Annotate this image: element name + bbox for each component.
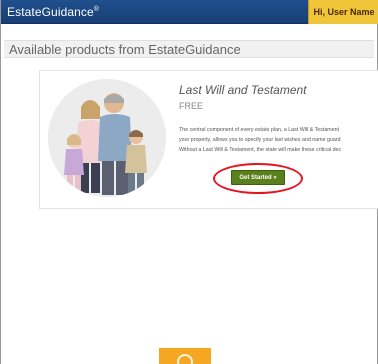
top-nav-bar: EstateGuidance® Hi, User Name bbox=[1, 0, 378, 24]
product-card: Last Will and Testament FREE The central… bbox=[39, 70, 378, 209]
brand-logo[interactable]: EstateGuidance® bbox=[7, 5, 99, 19]
brand-name: EstateGuidance bbox=[7, 5, 94, 19]
family-photo bbox=[48, 79, 166, 197]
user-menu-button[interactable]: Hi, User Name bbox=[308, 0, 378, 24]
product-title: Last Will and Testament bbox=[179, 83, 307, 97]
description-line: your property, allows you to specify you… bbox=[179, 137, 341, 143]
description-line: Without a Last Will & Testament, the sta… bbox=[179, 147, 342, 153]
chat-widget-button[interactable] bbox=[159, 348, 211, 364]
family-illustration bbox=[48, 79, 166, 197]
app-frame: EstateGuidance® Hi, User Name Available … bbox=[0, 0, 378, 364]
section-header: Available products from EstateGuidance bbox=[4, 40, 374, 58]
brand-registered-mark: ® bbox=[93, 6, 100, 13]
product-price: FREE bbox=[179, 101, 204, 111]
section-title: Available products from EstateGuidance bbox=[9, 42, 241, 57]
chat-bubble-icon bbox=[177, 354, 193, 364]
description-line: The central component of every estate pl… bbox=[179, 127, 340, 133]
product-description: The central component of every estate pl… bbox=[179, 125, 378, 155]
get-started-button[interactable]: Get Started » bbox=[231, 170, 285, 185]
